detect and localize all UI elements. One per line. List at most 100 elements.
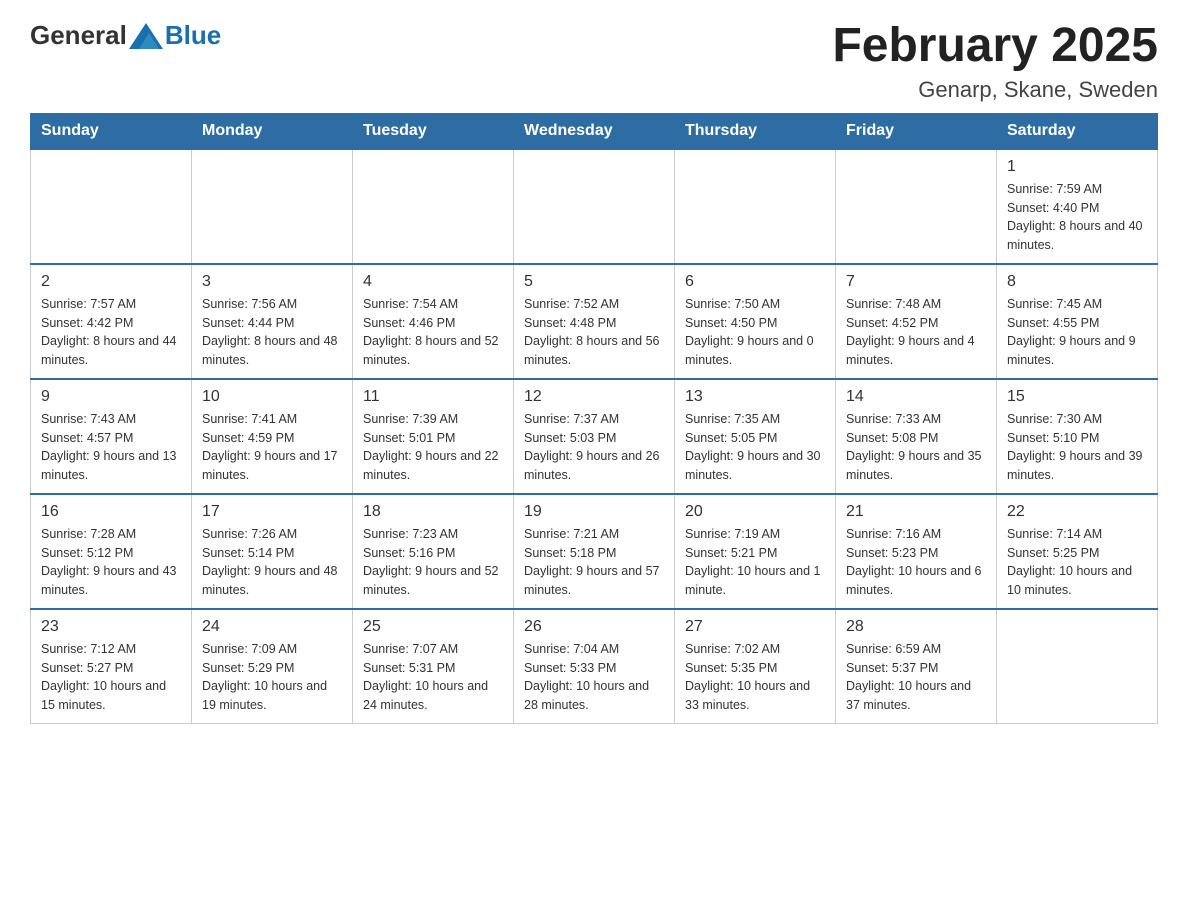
day-number: 25 [363, 618, 503, 636]
calendar-cell-w5-d2: 24 Sunrise: 7:09 AMSunset: 5:29 PMDayligh… [192, 609, 353, 724]
day-number: 3 [202, 273, 342, 291]
day-number: 17 [202, 503, 342, 521]
calendar-week-3: 9Sunrise: 7:43 AMSunset: 4:57 PMDaylight… [31, 379, 1158, 494]
calendar-cell-w3-d2: 10 Sunrise: 7:41 AMSunset: 4:59 PMDayligh… [192, 379, 353, 494]
logo-blue-text: Blue [165, 20, 221, 51]
day-info: Sunrise: 7:19 AMSunset: 5:21 PMDaylight:… [685, 525, 825, 600]
day-info: Sunrise: 7:23 AMSunset: 5:16 PMDaylight:… [363, 525, 503, 600]
calendar-week-4: 16Sunrise: 7:28 AMSunset: 5:12 PMDayligh… [31, 494, 1158, 609]
day-number: 15 [1007, 388, 1147, 406]
calendar-week-5: 23 Sunrise: 7:12 AMSunset: 5:27 PMDayligh… [31, 609, 1158, 724]
day-number: 5 [524, 273, 664, 291]
day-info: Sunrise: 7:56 AMSunset: 4:44 PMDaylight:… [202, 295, 342, 370]
day-number: 20 [685, 503, 825, 521]
calendar-cell-w4-d7: 22 Sunrise: 7:14 AMSunset: 5:25 PMDayligh… [997, 494, 1158, 609]
calendar-cell-w4-d2: 17 Sunrise: 7:26 AMSunset: 5:14 PMDayligh… [192, 494, 353, 609]
day-info: Sunrise: 7:09 AMSunset: 5:29 PMDaylight:… [202, 640, 342, 715]
header-friday: Friday [836, 113, 997, 149]
calendar-cell-w3-d6: 14 Sunrise: 7:33 AMSunset: 5:08 PMDayligh… [836, 379, 997, 494]
page-header: General Blue February 2025 Genarp, Skane… [30, 20, 1158, 103]
calendar-cell-w4-d1: 16Sunrise: 7:28 AMSunset: 5:12 PMDayligh… [31, 494, 192, 609]
day-info: Sunrise: 7:57 AMSunset: 4:42 PMDaylight:… [41, 295, 181, 370]
logo-general-text: General [30, 20, 127, 51]
day-info: Sunrise: 7:35 AMSunset: 5:05 PMDaylight:… [685, 410, 825, 485]
day-info: Sunrise: 7:12 AMSunset: 5:27 PMDaylight:… [41, 640, 181, 715]
calendar-cell-w3-d1: 9Sunrise: 7:43 AMSunset: 4:57 PMDaylight… [31, 379, 192, 494]
day-info: Sunrise: 7:07 AMSunset: 5:31 PMDaylight:… [363, 640, 503, 715]
day-number: 22 [1007, 503, 1147, 521]
header-wednesday: Wednesday [514, 113, 675, 149]
day-number: 13 [685, 388, 825, 406]
location: Genarp, Skane, Sweden [832, 77, 1158, 103]
weekday-header-row: Sunday Monday Tuesday Wednesday Thursday… [31, 113, 1158, 149]
calendar-cell-w2-d2: 3 Sunrise: 7:56 AMSunset: 4:44 PMDaylight… [192, 264, 353, 379]
day-info: Sunrise: 6:59 AMSunset: 5:37 PMDaylight:… [846, 640, 986, 715]
day-number: 19 [524, 503, 664, 521]
calendar-cell-w4-d5: 20 Sunrise: 7:19 AMSunset: 5:21 PMDayligh… [675, 494, 836, 609]
calendar-cell-w1-d1 [31, 149, 192, 264]
calendar-cell-w3-d5: 13 Sunrise: 7:35 AMSunset: 5:05 PMDayligh… [675, 379, 836, 494]
day-info: Sunrise: 7:16 AMSunset: 5:23 PMDaylight:… [846, 525, 986, 600]
calendar-cell-w2-d1: 2 Sunrise: 7:57 AMSunset: 4:42 PMDaylight… [31, 264, 192, 379]
day-number: 12 [524, 388, 664, 406]
day-number: 16 [41, 503, 181, 521]
calendar-cell-w4-d4: 19Sunrise: 7:21 AMSunset: 5:18 PMDayligh… [514, 494, 675, 609]
header-tuesday: Tuesday [353, 113, 514, 149]
day-number: 2 [41, 273, 181, 291]
header-saturday: Saturday [997, 113, 1158, 149]
calendar-cell-w3-d7: 15 Sunrise: 7:30 AMSunset: 5:10 PMDayligh… [997, 379, 1158, 494]
calendar-cell-w5-d5: 27 Sunrise: 7:02 AMSunset: 5:35 PMDayligh… [675, 609, 836, 724]
calendar-cell-w5-d3: 25 Sunrise: 7:07 AMSunset: 5:31 PMDayligh… [353, 609, 514, 724]
day-number: 18 [363, 503, 503, 521]
day-info: Sunrise: 7:41 AMSunset: 4:59 PMDaylight:… [202, 410, 342, 485]
calendar-cell-w2-d5: 6Sunrise: 7:50 AMSunset: 4:50 PMDaylight… [675, 264, 836, 379]
logo-icon [129, 21, 163, 51]
day-number: 14 [846, 388, 986, 406]
day-info: Sunrise: 7:14 AMSunset: 5:25 PMDaylight:… [1007, 525, 1147, 600]
calendar-cell-w2-d4: 5Sunrise: 7:52 AMSunset: 4:48 PMDaylight… [514, 264, 675, 379]
day-number: 1 [1007, 158, 1147, 176]
day-number: 28 [846, 618, 986, 636]
day-info: Sunrise: 7:39 AMSunset: 5:01 PMDaylight:… [363, 410, 503, 485]
month-title: February 2025 [832, 20, 1158, 73]
calendar-cell-w2-d6: 7 Sunrise: 7:48 AMSunset: 4:52 PMDaylight… [836, 264, 997, 379]
day-info: Sunrise: 7:02 AMSunset: 5:35 PMDaylight:… [685, 640, 825, 715]
calendar-cell-w5-d7 [997, 609, 1158, 724]
day-info: Sunrise: 7:59 AMSunset: 4:40 PMDaylight:… [1007, 180, 1147, 255]
calendar-cell-w5-d1: 23 Sunrise: 7:12 AMSunset: 5:27 PMDayligh… [31, 609, 192, 724]
day-info: Sunrise: 7:50 AMSunset: 4:50 PMDaylight:… [685, 295, 825, 370]
calendar-cell-w4-d3: 18 Sunrise: 7:23 AMSunset: 5:16 PMDayligh… [353, 494, 514, 609]
calendar-cell-w1-d2 [192, 149, 353, 264]
day-number: 24 [202, 618, 342, 636]
calendar-cell-w1-d4 [514, 149, 675, 264]
calendar-week-2: 2 Sunrise: 7:57 AMSunset: 4:42 PMDaylight… [31, 264, 1158, 379]
day-number: 10 [202, 388, 342, 406]
calendar-cell-w2-d7: 8Sunrise: 7:45 AMSunset: 4:55 PMDaylight… [997, 264, 1158, 379]
day-number: 23 [41, 618, 181, 636]
day-number: 8 [1007, 273, 1147, 291]
day-info: Sunrise: 7:48 AMSunset: 4:52 PMDaylight:… [846, 295, 986, 370]
day-info: Sunrise: 7:43 AMSunset: 4:57 PMDaylight:… [41, 410, 181, 485]
day-info: Sunrise: 7:33 AMSunset: 5:08 PMDaylight:… [846, 410, 986, 485]
calendar-cell-w4-d6: 21Sunrise: 7:16 AMSunset: 5:23 PMDayligh… [836, 494, 997, 609]
calendar-cell-w5-d6: 28 Sunrise: 6:59 AMSunset: 5:37 PMDayligh… [836, 609, 997, 724]
day-info: Sunrise: 7:54 AMSunset: 4:46 PMDaylight:… [363, 295, 503, 370]
calendar-cell-w1-d5 [675, 149, 836, 264]
day-number: 11 [363, 388, 503, 406]
calendar-table: Sunday Monday Tuesday Wednesday Thursday… [30, 113, 1158, 724]
day-info: Sunrise: 7:30 AMSunset: 5:10 PMDaylight:… [1007, 410, 1147, 485]
day-number: 27 [685, 618, 825, 636]
calendar-cell-w2-d3: 4 Sunrise: 7:54 AMSunset: 4:46 PMDaylight… [353, 264, 514, 379]
calendar-cell-w1-d7: 1 Sunrise: 7:59 AMSunset: 4:40 PMDaylight… [997, 149, 1158, 264]
calendar-week-1: 1 Sunrise: 7:59 AMSunset: 4:40 PMDaylight… [31, 149, 1158, 264]
header-monday: Monday [192, 113, 353, 149]
calendar-cell-w3-d3: 11 Sunrise: 7:39 AMSunset: 5:01 PMDayligh… [353, 379, 514, 494]
calendar-cell-w5-d4: 26Sunrise: 7:04 AMSunset: 5:33 PMDayligh… [514, 609, 675, 724]
day-info: Sunrise: 7:04 AMSunset: 5:33 PMDaylight:… [524, 640, 664, 715]
header-sunday: Sunday [31, 113, 192, 149]
header-thursday: Thursday [675, 113, 836, 149]
title-section: February 2025 Genarp, Skane, Sweden [832, 20, 1158, 103]
day-info: Sunrise: 7:26 AMSunset: 5:14 PMDaylight:… [202, 525, 342, 600]
day-number: 7 [846, 273, 986, 291]
day-number: 4 [363, 273, 503, 291]
